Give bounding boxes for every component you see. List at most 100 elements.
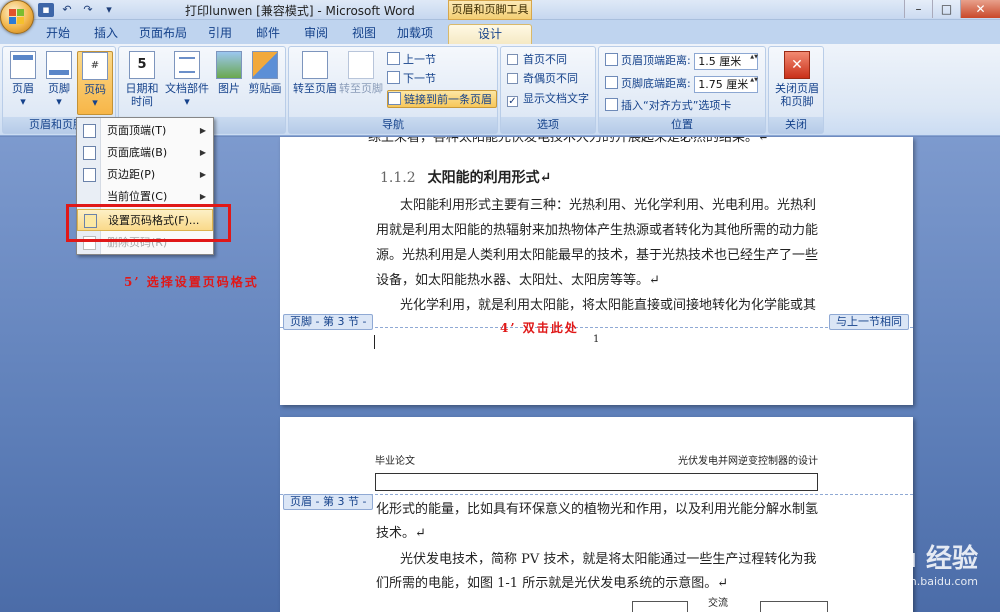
insert-alignment-tab-button[interactable]: 插入“对齐方式”选项卡 [605,97,731,115]
footer-button[interactable]: 页脚 ▾ [41,51,77,115]
document-page: 毕业论文 光伏发电并网逆变控制器的设计 页眉 - 第 3 节 - 化形式的能量，… [280,417,913,612]
highlight-box [66,204,231,242]
step4-annotation: 4’ 双击此处 [500,321,579,335]
menu-item-bottom-of-page[interactable]: 页面底端(B) ▶ [77,142,213,164]
text-cursor [374,335,375,349]
header-section-tag: 页眉 - 第 3 节 - [283,494,374,510]
header-distance-row: 页眉顶端距离: 1.5 厘米 [605,52,759,70]
header-distance-input[interactable]: 1.5 厘米 [694,52,759,70]
body-line[interactable]: 光化学利用，就是利用太阳能，将太阳能直接或间接地转化为化学能或其 [400,293,816,318]
footer-section-tag: 页脚 - 第 3 节 - [283,314,374,330]
maximize-button[interactable]: □ [932,0,960,18]
tab-mailings[interactable]: 邮件 [246,24,290,44]
tab-home[interactable]: 开始 [36,24,80,44]
group-label-navigation: 导航 [289,117,497,133]
figure-label: 交流 [708,598,728,609]
tab-insert[interactable]: 插入 [84,24,128,44]
footer-distance-row: 页脚底端距离: 1.75 厘米 [605,75,759,93]
go-to-footer-icon [348,51,374,79]
previous-section-icon [387,52,400,65]
different-first-page-checkbox[interactable]: 首页不同 [507,51,567,69]
picture-button[interactable]: 图片 [211,51,247,115]
next-section-icon [387,71,400,84]
figure-box [632,601,688,612]
quick-parts-button[interactable]: 文档部件 ▾ [163,51,211,115]
link-to-previous-button[interactable]: 链接到前一条页眉 [387,90,497,108]
save-icon[interactable]: ▪ [38,3,54,17]
bottom-of-page-icon [83,146,96,160]
document-page: 综上来看，各种太阳能光伏发电技术大力的开展起来是必然的结果。↵ 1.1.2 太阳能… [280,137,913,405]
tab-addins[interactable]: 加载项 [390,24,440,44]
body-line[interactable]: 用就是利用太阳能的热辐射来加热物体产生热源或者转化为其他所需的动力能 [376,218,818,243]
body-line[interactable]: 们所需的电能，如图 1-1 所示就是光伏发电系统的示意图。↵ [376,571,728,596]
window-title: 打印lunwen [兼容模式] - Microsoft Word [185,4,415,18]
tab-references[interactable]: 引用 [198,24,242,44]
calendar-icon: 5 [129,51,155,79]
quick-access-toolbar: ▪ ↶ ↷ ▾ [38,2,117,18]
show-document-text-checkbox[interactable]: ✓ 显示文档文字 [507,90,589,108]
different-odd-even-checkbox[interactable]: 奇偶页不同 [507,70,578,88]
previous-section-button[interactable]: 上一节 [387,51,436,69]
step5-annotation: 5’ 选择设置页码格式 [124,275,259,289]
group-options: 首页不同 奇偶页不同 ✓ 显示文档文字 选项 [500,46,596,134]
tab-view[interactable]: 视图 [342,24,386,44]
office-logo-icon [9,9,25,25]
page-number-icon: # [82,52,108,80]
section-heading[interactable]: 1.1.2 太阳能的利用形式↵ [380,167,551,187]
close-icon: ✕ [784,51,810,79]
menu-item-top-of-page[interactable]: 页面顶端(T) ▶ [77,120,213,142]
body-line[interactable]: 综上来看，各种太阳能光伏发电技术大力的开展起来是必然的结果。↵ [368,137,769,150]
page-margins-icon [83,168,96,182]
page-number-field[interactable]: 1 [593,333,599,347]
header-boundary [280,494,913,495]
alignment-tab-icon [605,98,618,111]
group-label-position: 位置 [599,117,765,133]
footer-distance-icon [605,76,618,89]
body-line[interactable]: 太阳能利用形式主要有三种：光热利用、光化学利用、光电利用。光热利 [400,193,816,218]
go-to-footer-button[interactable]: 转至页脚 [339,51,383,115]
checkmark-icon: ✓ [507,96,518,107]
clip-art-button[interactable]: 剪贴画 [247,51,283,115]
body-line[interactable]: 化形式的能量，比如具有环保意义的植物光和作用，以及利用光能分解水制氢 [376,497,818,522]
header-distance-icon [605,53,618,66]
body-line[interactable]: 技术。↵ [376,521,426,546]
title-bar: ▪ ↶ ↷ ▾ 打印lunwen [兼容模式] - Microsoft Word… [0,0,1000,34]
tab-review[interactable]: 审阅 [294,24,338,44]
body-line[interactable]: 源。光热利用是人类利用太阳能最早的技术，基于光热技术也已经生产了一些 [376,243,818,268]
group-label-close: 关闭 [769,117,823,133]
picture-icon [216,51,242,79]
submenu-arrow-icon: ▶ [199,170,206,179]
undo-icon[interactable]: ↶ [59,3,75,17]
go-to-header-button[interactable]: 转至页眉 [293,51,337,115]
date-time-button[interactable]: 5 日期和 时间 [123,51,161,115]
customize-qat-icon[interactable]: ▾ [101,3,117,17]
go-to-header-icon [302,51,328,79]
group-navigation: 转至页眉 转至页脚 上一节 下一节 链接到前一条页眉 导航 [288,46,498,134]
header-left-text[interactable]: 毕业论文 [375,455,415,469]
group-close: ✕ 关闭页眉 和页脚 关闭 [768,46,824,134]
group-label-options: 选项 [501,117,595,133]
header-right-text[interactable]: 光伏发电并网逆变控制器的设计 [678,455,818,469]
figure-box [760,601,828,612]
header-border [375,473,818,491]
checkbox-icon [507,54,518,65]
office-button[interactable] [0,0,34,34]
header-button[interactable]: 页眉 ▾ [5,51,41,115]
body-line[interactable]: 设备，如太阳能热水器、太阳灶、太阳房等等。↵ [376,268,660,293]
next-section-button[interactable]: 下一节 [387,70,436,88]
clip-art-icon [252,51,278,79]
tab-page-layout[interactable]: 页面布局 [132,24,194,44]
menu-item-page-margins[interactable]: 页边距(P) ▶ [77,164,213,186]
body-line[interactable]: 光伏发电技术，简称 PV 技术，就是将太阳能通过一些生产过程转化为我 [400,547,816,572]
close-header-footer-button[interactable]: ✕ 关闭页眉 和页脚 [772,51,822,115]
page-number-button[interactable]: # 页码 ▾ [77,51,113,115]
close-window-button[interactable]: ✕ [960,0,1000,18]
tab-design[interactable]: 设计 [448,24,532,44]
group-position: 页眉顶端距离: 1.5 厘米 页脚底端距离: 1.75 厘米 插入“对齐方式”选… [598,46,766,134]
redo-icon[interactable]: ↷ [80,3,96,17]
link-icon [388,92,401,105]
footer-boundary [280,327,913,328]
quick-parts-icon [174,51,200,79]
footer-distance-input[interactable]: 1.75 厘米 [694,75,759,93]
minimize-button[interactable]: – [904,0,932,18]
